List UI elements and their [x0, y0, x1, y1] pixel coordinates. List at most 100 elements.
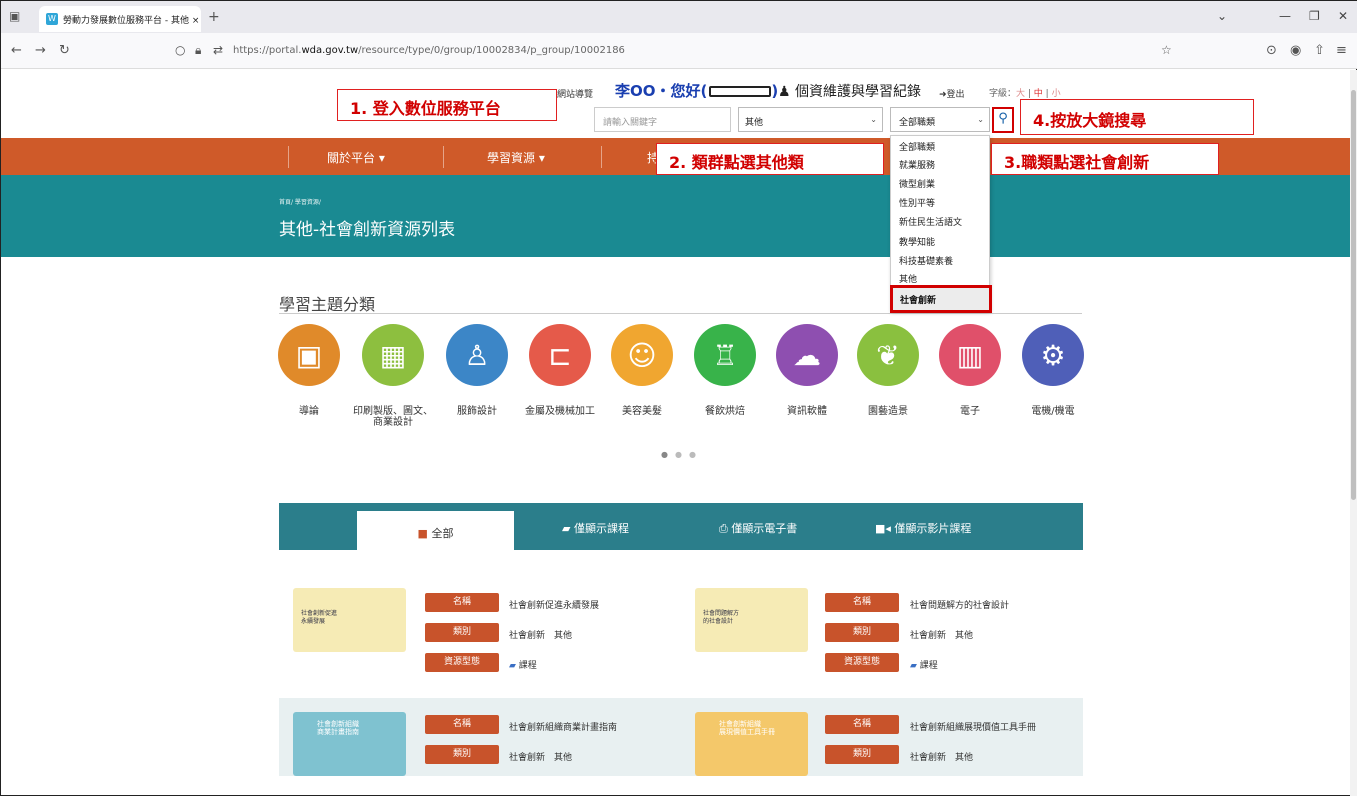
topic-label: 印刷製版、圖文、商業設計	[353, 406, 433, 428]
menu-icon[interactable]: ≡	[1336, 43, 1347, 58]
logout-link[interactable]: ➜登出	[939, 87, 965, 100]
scrollbar-thumb[interactable]	[1351, 90, 1356, 500]
topic-intro[interactable]: ▣ 導論	[269, 324, 349, 417]
filter-all-tab[interactable]: ■ 全部	[357, 511, 514, 550]
filter-video-tab[interactable]: ■◂ 僅顯示影片課程	[875, 520, 971, 536]
font-size-mid[interactable]: 中	[1034, 89, 1043, 99]
thumbnail-text: 社會創新促進 永續發展	[301, 610, 338, 625]
annotation-step2: 2. 類群點選其他類	[656, 143, 884, 175]
topic-label: 服飾設計	[457, 406, 497, 417]
privacy-record-link[interactable]: ♟ 個資維護與學習紀錄	[778, 81, 921, 101]
bookmark-star-icon[interactable]: ☆	[1161, 43, 1172, 57]
browser-tab-bar: ▣ W 勞動力發展數位服務平台 - 其他 × + ⌄ — ❐ ✕	[1, 1, 1357, 33]
permissions-icon: ⇄	[213, 43, 224, 57]
dropdown-option-selected[interactable]: 社會創新	[890, 285, 992, 313]
account-icon[interactable]: ◉	[1290, 43, 1301, 58]
tab-list-icon[interactable]: ▣	[9, 9, 20, 23]
topic-printing[interactable]: ▦ 印刷製版、圖文、商業設計	[353, 324, 433, 428]
dropdown-option[interactable]: 就業服務	[899, 158, 935, 171]
url-bar[interactable]: ○ 🔒︎ ⇄ https://portal.wda.gov.tw/resourc…	[171, 37, 1191, 65]
forward-icon[interactable]: →	[35, 43, 46, 58]
topic-fashion[interactable]: ♙ 服飾設計	[437, 324, 517, 417]
pocket-icon[interactable]: ⊙	[1266, 43, 1277, 58]
type-label: 資源型態	[825, 653, 899, 672]
browser-nav-bar: ← → ↻ ○ 🔒︎ ⇄ https://portal.wda.gov.tw/r…	[1, 33, 1357, 69]
menu-learning[interactable]: 學習資源 ▾	[487, 149, 545, 166]
breadcrumb[interactable]: 首頁/ 學習資源/	[279, 197, 321, 206]
job-category-dropdown: 全部職類 就業服務 微型創業 性別平等 新住民生活語文 教學知能 科技基礎素養 …	[890, 135, 992, 313]
chip-icon: ▥	[939, 324, 1001, 386]
menu-divider	[443, 146, 444, 168]
video-camera-icon: ■◂	[875, 522, 891, 535]
menu-about[interactable]: 關於平台 ▾	[327, 149, 385, 166]
job-category-select[interactable]: 全部職類 ⌄	[890, 107, 990, 132]
magnifier-icon: ⚲	[998, 111, 1008, 126]
resource-thumbnail[interactable]: 社會創新組織 商業計畫指南	[293, 712, 406, 776]
chef-hat-icon: ♖	[694, 324, 756, 386]
resource-category: 社會創新 其他	[910, 753, 974, 763]
site-guide-link[interactable]: 網站導覽	[557, 87, 593, 100]
resource-category: 社會創新 其他	[509, 631, 573, 641]
filter-video-label: 僅顯示影片課程	[894, 522, 972, 535]
filter-ebook-tab[interactable]: ⎙ 僅顯示電子書	[719, 520, 797, 536]
back-icon[interactable]: ←	[11, 43, 22, 58]
close-window-icon[interactable]: ✕	[1338, 9, 1348, 23]
chevron-down-icon[interactable]: ⌄	[1217, 9, 1227, 23]
name-label: 名稱	[825, 715, 899, 734]
dropdown-option[interactable]: 科技基礎素養	[899, 254, 953, 267]
topic-label: 餐飲烘焙	[705, 406, 745, 417]
dropdown-option[interactable]: 教學知能	[899, 235, 935, 248]
resource-thumbnail[interactable]: 社會問題解方 的社會設計	[695, 588, 808, 652]
font-size-small[interactable]: 小	[1052, 89, 1061, 99]
topic-label: 電子	[960, 406, 980, 417]
url-text: https://portal.wda.gov.tw/resource/type/…	[233, 45, 625, 56]
topic-label: 園藝造景	[868, 406, 908, 417]
menu-divider	[288, 146, 289, 168]
resource-name[interactable]: 社會創新組織商業計畫指南	[509, 720, 617, 733]
dropdown-option[interactable]: 微型創業	[899, 177, 935, 190]
resource-name[interactable]: 社會創新促進永續發展	[509, 598, 599, 611]
topic-metal[interactable]: ⊏ 金屬及機械加工	[520, 324, 600, 417]
font-size-big[interactable]: 大	[1016, 89, 1025, 99]
resource-name[interactable]: 社會創新組織展現價值工具手冊	[910, 720, 1036, 733]
topic-software[interactable]: ☁ 資訊軟體	[767, 324, 847, 417]
carousel-dots[interactable]: ●●●	[661, 450, 703, 459]
page-scrollbar[interactable]	[1350, 70, 1357, 796]
chevron-down-icon: ⌄	[977, 115, 984, 124]
page-title: 其他-社會創新資源列表	[279, 220, 456, 240]
group-select[interactable]: 其他 ⌄	[738, 107, 883, 132]
minimize-icon[interactable]: —	[1279, 9, 1291, 23]
book-icon: ▣	[278, 324, 340, 386]
new-tab-icon[interactable]: +	[208, 9, 220, 25]
font-size-control: 字級：大 | 中 | 小	[989, 89, 1061, 99]
topic-label: 電機/機電	[1031, 406, 1075, 417]
tab-title: 勞動力發展數位服務平台 - 其他 ×	[63, 16, 200, 26]
search-button[interactable]: ⚲	[992, 107, 1014, 133]
dropdown-option[interactable]: 新住民生活語文	[899, 215, 962, 228]
resource-thumbnail[interactable]: 社會創新組織 展現價值工具手冊	[695, 712, 808, 776]
filter-course-tab[interactable]: ▰ 僅顯示課程	[562, 520, 629, 536]
dress-form-icon: ♙	[446, 324, 508, 386]
annotation-step1: 1. 登入數位服務平台	[337, 89, 557, 121]
dropdown-option[interactable]: 全部職類	[899, 140, 935, 153]
resource-category: 社會創新 其他	[910, 631, 974, 641]
reload-icon[interactable]: ↻	[59, 43, 70, 58]
browser-tab[interactable]: W 勞動力發展數位服務平台 - 其他 ×	[39, 6, 201, 32]
extensions-icon[interactable]: ⇧	[1314, 43, 1325, 58]
dropdown-option[interactable]: 其他	[899, 272, 917, 285]
category-label: 類別	[425, 745, 499, 764]
topic-beauty[interactable]: ☺ 美容美髮	[602, 324, 682, 417]
filter-course-label: 僅顯示課程	[573, 522, 629, 535]
dropdown-option[interactable]: 性別平等	[899, 196, 935, 209]
clamp-icon: ⊏	[529, 324, 591, 386]
resource-thumbnail[interactable]: 社會創新促進 永續發展	[293, 588, 406, 652]
keyword-search-input[interactable]: 請輸入關鍵字	[594, 107, 731, 132]
annotation-step3: 3.職類點選社會創新	[991, 143, 1219, 175]
resource-name[interactable]: 社會問題解方的社會設計	[910, 598, 1009, 611]
topic-electronics[interactable]: ▥ 電子	[930, 324, 1010, 417]
topic-culinary[interactable]: ♖ 餐飲烘焙	[685, 324, 765, 417]
topic-gardening[interactable]: ❦ 園藝造景	[848, 324, 928, 417]
lock-icon: 🔒︎	[195, 43, 202, 57]
restore-icon[interactable]: ❐	[1309, 9, 1320, 23]
topic-electrical[interactable]: ⚙ 電機/機電	[1013, 324, 1093, 417]
